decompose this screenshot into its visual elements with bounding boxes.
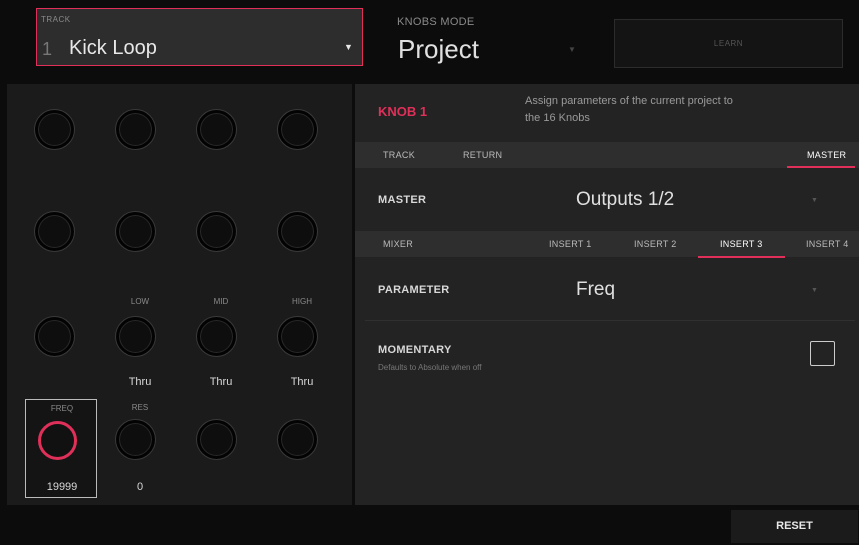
tab-master[interactable]: MASTER [807,150,846,160]
knobs-mode-select[interactable]: Project [398,34,479,65]
knob-2[interactable] [116,110,155,149]
selected-knob-frame[interactable]: FREQ 19999 [25,399,97,498]
active-insert-underline [698,256,785,258]
knob-16[interactable] [278,420,317,459]
knob-label-freq: FREQ [50,404,74,413]
track-number: 1 [42,39,53,59]
learn-button[interactable]: LEARN [614,19,843,68]
insert-tab-bar [355,231,859,257]
knob-value-res: 0 [136,481,144,493]
tab-insert-2[interactable]: INSERT 2 [634,239,677,249]
momentary-checkbox[interactable] [810,341,835,366]
track-caption: TRACK [41,15,71,24]
knob-value-low: Thru [128,376,152,388]
knob-11[interactable] [197,317,236,356]
knob-title: KNOB 1 [378,104,428,119]
tab-track[interactable]: TRACK [383,150,415,160]
chevron-down-icon: ▼ [568,45,576,54]
parameter-select[interactable]: Freq [576,279,615,301]
tab-insert-3[interactable]: INSERT 3 [720,239,763,249]
track-selector[interactable]: TRACK 1 Kick Loop ▼ [36,8,363,66]
master-label: MASTER [378,194,427,206]
knob-6[interactable] [116,212,155,251]
tab-insert-1[interactable]: INSERT 1 [549,239,592,249]
knob-4[interactable] [278,110,317,149]
knob-description: Assign parameters of the current project… [525,95,733,124]
target-tab-bar [355,142,859,168]
knob-5[interactable] [35,212,74,251]
knobs-mode-caption: KNOBS MODE [397,16,475,28]
knob-value-high: Thru [290,376,314,388]
chevron-down-icon: ▼ [811,287,818,294]
knob-8[interactable] [278,212,317,251]
knob-label-mid: MID [213,297,229,306]
momentary-label: MOMENTARY [378,344,452,356]
knob-label-high: HIGH [292,297,312,306]
knob-value-mid: Thru [209,376,233,388]
knob-label-low: LOW [130,297,150,306]
momentary-sublabel: Defaults to Absolute when off [378,363,482,372]
active-tab-underline [787,166,855,168]
row-divider [365,320,855,321]
knob-15[interactable] [197,420,236,459]
parameter-label: PARAMETER [378,284,450,296]
tab-insert-4[interactable]: INSERT 4 [806,239,849,249]
knob-1[interactable] [35,110,74,149]
track-name: Kick Loop [69,37,157,59]
knob-12[interactable] [278,317,317,356]
tab-mixer[interactable]: MIXER [383,239,413,249]
knob-13[interactable] [38,421,77,460]
knob-3[interactable] [197,110,236,149]
master-output-select[interactable]: Outputs 1/2 [576,189,674,211]
knob-14[interactable] [116,420,155,459]
knob-value-freq: 19999 [46,481,78,493]
knob-10[interactable] [116,317,155,356]
chevron-down-icon: ▼ [811,197,818,204]
knob-7[interactable] [197,212,236,251]
tab-return[interactable]: RETURN [463,150,502,160]
chevron-down-icon: ▼ [344,42,353,52]
knob-label-res: RES [131,403,149,412]
reset-button[interactable]: RESET [731,510,858,543]
knob-9[interactable] [35,317,74,356]
